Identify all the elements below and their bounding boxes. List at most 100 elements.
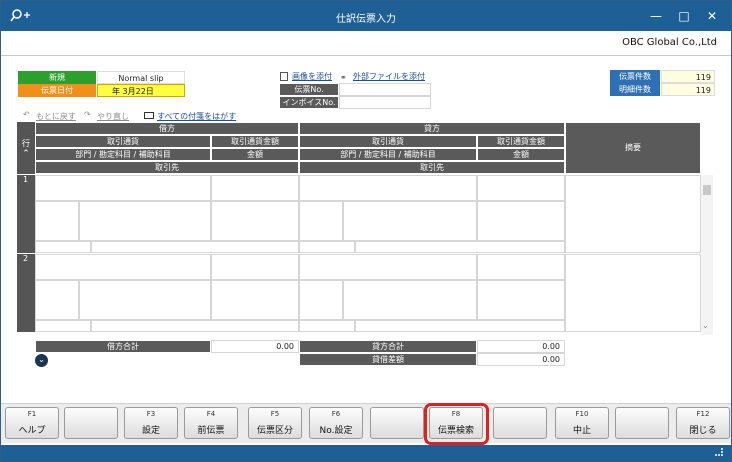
slip-date-label: 伝票日付 [18,84,96,97]
credit-amount-cell[interactable] [477,280,565,320]
fkey-f4-button[interactable]: F4 前伝票 [184,407,238,439]
debit-amount-header: 金額 [211,148,299,161]
credit-currency-cell[interactable] [299,175,477,201]
scrollbar-thumb[interactable] [703,185,711,195]
debit-dept-cell[interactable] [35,201,79,241]
window-title: 仕訳伝票入力 [336,14,396,25]
memo-header: 摘要 [565,122,701,174]
debit-currency-cell[interactable] [35,254,211,280]
credit-partner-code-cell[interactable] [299,241,355,253]
debit-partner-header: 取引先 [35,161,299,174]
row-label: 行 [22,139,30,148]
fkey-f1-button[interactable]: F1 ヘルプ [5,407,59,439]
row-number: 2 [17,254,35,332]
collapse-up-icon[interactable]: ⌃ [17,149,35,159]
debit-amount-cell[interactable] [211,201,299,241]
fkey-f5-button[interactable]: F5 伝票区分 [248,407,302,439]
slip-type-value[interactable]: Normal slip [97,71,185,84]
credit-currency-amount-cell[interactable] [477,175,565,201]
credit-dept-cell[interactable] [299,201,343,241]
attach-image-link[interactable]: 画像を添付 [292,71,332,82]
slip-no-label: 伝票No. [279,83,339,96]
debit-account-cell[interactable] [79,280,211,320]
grid-scrollbar[interactable]: ⌄ [701,175,713,335]
fkey-label: 伝票区分 [256,426,293,436]
undo-link[interactable]: もとに戻す [36,111,76,122]
title-bar: 仕訳伝票入力 — □ ✕ [1,1,731,31]
undo-icon[interactable]: ↶ [23,110,30,119]
balance-diff-label: 貸借差額 [299,353,477,366]
fkey-f6-button[interactable]: F6 No.設定 [309,407,363,439]
invoice-no-label: インボイスNo. [279,96,339,109]
fkey-label: ヘルプ [18,426,46,436]
debit-currency-amount-header: 取引通貨金額 [211,135,299,148]
fkey-empty-button[interactable] [370,407,424,439]
debit-partner-cell[interactable] [91,241,299,253]
fkey-number: F12 [696,410,710,418]
fkey-number: F5 [270,410,280,418]
debit-partner-code-cell[interactable] [35,241,91,253]
debit-dept-cell[interactable] [35,280,79,320]
close-icon[interactable]: ✕ [705,9,719,23]
credit-amount-header: 金額 [477,148,565,161]
fkey-number: F4 [206,410,216,418]
new-label: 新規 [18,71,96,84]
debit-total-label: 借方合計 [35,340,211,353]
debit-partner-code-cell[interactable] [35,320,91,332]
debit-account-cell[interactable] [79,201,211,241]
redo-link[interactable]: やり直し [97,111,129,122]
attach-external-link[interactable]: 外部ファイルを添付 [353,71,425,82]
fkey-f12-button[interactable]: F12 閉じる [676,407,730,439]
credit-account-cell[interactable] [343,201,477,241]
fkey-empty-button[interactable] [64,407,118,439]
slip-count-value: 119 [661,70,715,83]
credit-currency-cell[interactable] [299,254,477,280]
tag-icon [144,112,154,119]
divider [1,55,731,56]
fkey-number: F10 [575,410,589,418]
fkey-empty-button[interactable] [493,407,547,439]
maximize-icon[interactable]: □ [677,9,691,23]
credit-dept-cell[interactable] [299,280,343,320]
debit-currency-amount-cell[interactable] [211,175,299,201]
credit-account-cell[interactable] [343,280,477,320]
status-bar [1,445,731,461]
fkey-f10-button[interactable]: F10 中止 [555,407,609,439]
row-number: 1 [17,175,35,253]
slip-no-field[interactable] [339,83,431,96]
credit-partner-cell[interactable] [355,241,565,253]
slip-count-label: 伝票件数 [610,70,660,83]
debit-amount-cell[interactable] [211,280,299,320]
credit-currency-amount-cell[interactable] [477,254,565,280]
fkey-number: F6 [331,410,341,418]
slip-date-field[interactable]: 年 3月22日 [97,84,185,97]
memo-cell[interactable] [565,175,701,253]
credit-amount-cell[interactable] [477,201,565,241]
credit-partner-code-cell[interactable] [299,320,355,332]
credit-partner-cell[interactable] [355,320,565,332]
credit-total-label: 貸方合計 [299,340,477,353]
fkey-empty-button[interactable] [615,407,669,439]
invoice-no-field[interactable] [339,96,431,109]
debit-partner-cell[interactable] [91,320,299,332]
memo-cell[interactable] [565,254,701,332]
fkey-label: 中止 [572,426,591,436]
minimize-icon[interactable]: — [649,9,663,23]
fkey-f3-button[interactable]: F3 設定 [124,407,178,439]
detail-count-value: 119 [661,83,715,96]
resize-grip-icon[interactable] [715,448,723,456]
debit-currency-cell[interactable] [35,175,211,201]
journal-entry-window: 仕訳伝票入力 — □ ✕ OBC Global Co.,Ltd 新規 Norma… [0,0,732,462]
company-name: OBC Global Co.,Ltd [622,37,717,48]
expand-down-icon[interactable]: ⌄ [35,354,48,367]
balance-diff-value: 0.00 [477,353,565,366]
debit-currency-amount-cell[interactable] [211,254,299,280]
credit-account-header: 部門 / 勘定科目 / 補助科目 [299,148,477,161]
attach-icon [280,72,288,81]
redo-icon[interactable]: ↷ [84,110,91,119]
row-header: 行 ⌃ [17,122,35,174]
remove-tags-link[interactable]: すべての付箋をはがす [157,111,236,122]
credit-partner-header: 取引先 [299,161,565,174]
scroll-down-icon[interactable]: ⌄ [702,321,709,330]
link-icon: ⚭ [340,73,347,82]
